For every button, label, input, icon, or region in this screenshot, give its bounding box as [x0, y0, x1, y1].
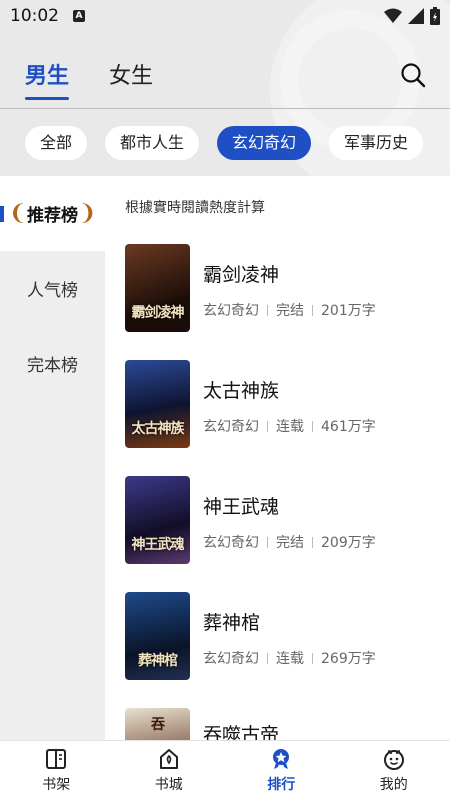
category-chip-urban[interactable]: 都市人生 — [105, 126, 200, 160]
active-indicator — [0, 206, 4, 222]
book-word-count: 269万字 — [321, 651, 376, 667]
nav-store[interactable]: 书城 — [113, 741, 226, 800]
ranking-hint: 根據實時閱讀熱度計算 — [125, 200, 265, 216]
book-meta: 玄幻奇幻 连载 269万字 — [203, 648, 376, 668]
book-item[interactable]: 太古神族 太古神族 玄幻奇幻 连载 461万字 — [125, 360, 445, 448]
status-icons — [384, 7, 440, 25]
book-title: 太古神族 — [203, 380, 280, 402]
nav-profile[interactable]: 我的 — [338, 741, 450, 800]
book-status: 连载 — [276, 651, 304, 667]
nav-ranking[interactable]: 排行 — [225, 741, 338, 800]
book-cover: 太古神族 — [125, 360, 190, 448]
rank-menu: ❨ 推荐榜 ❩ 人气榜 完本榜 — [0, 176, 105, 740]
tab-female[interactable]: 女生 — [109, 58, 153, 90]
book-title: 神王武魂 — [203, 496, 280, 518]
status-bar: 10:02 A — [0, 0, 450, 32]
book-genre: 玄幻奇幻 — [203, 303, 259, 319]
signal-icon — [408, 8, 424, 24]
cover-title: 吞 — [151, 717, 165, 733]
category-chip-military[interactable]: 军事历史 — [329, 126, 424, 160]
bottom-nav: 书架 书城 排行 我的 — [0, 740, 450, 800]
book-title: 霸剑凌神 — [203, 264, 280, 286]
nav-label: 书城 — [154, 777, 183, 793]
battery-icon — [430, 7, 440, 25]
laurel-left-icon: ❨ — [8, 200, 27, 226]
notification-icon: A — [73, 10, 85, 22]
book-status: 连载 — [276, 419, 304, 435]
book-genre: 玄幻奇幻 — [203, 419, 259, 435]
book-genre: 玄幻奇幻 — [203, 651, 259, 667]
book-item[interactable]: 葬神棺 葬神棺 玄幻奇幻 连载 269万字 — [125, 592, 445, 680]
cover-title: 神王武魂 — [131, 537, 185, 553]
book-cover: 霸剑凌神 — [125, 244, 190, 332]
ranking-icon — [273, 749, 290, 769]
category-chip-fantasy[interactable]: 玄幻奇幻 — [217, 126, 312, 160]
search-icon[interactable] — [400, 62, 426, 88]
book-status: 完结 — [276, 303, 304, 319]
nav-bookshelf[interactable]: 书架 — [0, 741, 113, 800]
rank-menu-item-recommend[interactable]: ❨ 推荐榜 ❩ — [0, 176, 105, 251]
book-cover: 葬神棺 — [125, 592, 190, 680]
nav-label: 我的 — [379, 777, 408, 793]
book-word-count: 461万字 — [321, 419, 376, 435]
status-time: 10:02 — [10, 6, 59, 26]
rank-menu-item-popular[interactable]: 人气榜 — [0, 251, 105, 326]
tab-male[interactable]: 男生 — [25, 58, 70, 100]
gender-tabs: 男生 女生 — [25, 58, 153, 100]
store-icon — [159, 749, 178, 769]
cover-title: 太古神族 — [131, 421, 185, 437]
book-word-count: 209万字 — [321, 535, 376, 551]
nav-label: 书架 — [42, 777, 71, 793]
book-item[interactable]: 霸剑凌神 霸剑凌神 玄幻奇幻 完结 201万字 — [125, 244, 445, 332]
profile-icon — [383, 750, 404, 770]
book-list: 根據實時閱讀熱度計算 霸剑凌神 霸剑凌神 玄幻奇幻 完结 201万字 太古神族 … — [105, 176, 450, 740]
header-area: 10:02 A 男生 女生 全部 都市人生 玄幻奇幻 军事历史 — [0, 0, 450, 176]
book-genre: 玄幻奇幻 — [203, 535, 259, 551]
nav-label: 排行 — [267, 777, 296, 793]
category-chips: 全部 都市人生 玄幻奇幻 军事历史 — [25, 126, 424, 160]
cover-title: 霸剑凌神 — [131, 305, 185, 321]
book-cover: 吞 — [125, 708, 190, 740]
book-meta: 玄幻奇幻 完结 209万字 — [203, 532, 376, 552]
book-word-count: 201万字 — [321, 303, 376, 319]
book-meta: 玄幻奇幻 完结 201万字 — [203, 300, 376, 320]
book-status: 完结 — [276, 535, 304, 551]
rank-menu-item-completed[interactable]: 完本榜 — [0, 326, 105, 401]
book-cover: 神王武魂 — [125, 476, 190, 564]
category-chip-all[interactable]: 全部 — [25, 126, 88, 160]
laurel-right-icon: ❩ — [78, 200, 97, 226]
book-item[interactable]: 吞 吞噬古帝 — [125, 708, 445, 740]
rank-menu-label: 推荐榜 — [27, 206, 78, 226]
bookshelf-icon — [46, 749, 67, 769]
book-title: 葬神棺 — [203, 612, 261, 634]
header-divider — [0, 108, 450, 109]
book-item[interactable]: 神王武魂 神王武魂 玄幻奇幻 完结 209万字 — [125, 476, 445, 564]
cover-title: 葬神棺 — [138, 653, 178, 669]
book-meta: 玄幻奇幻 连载 461万字 — [203, 416, 376, 436]
wifi-icon — [384, 8, 402, 23]
book-title: 吞噬古帝 — [203, 724, 280, 740]
